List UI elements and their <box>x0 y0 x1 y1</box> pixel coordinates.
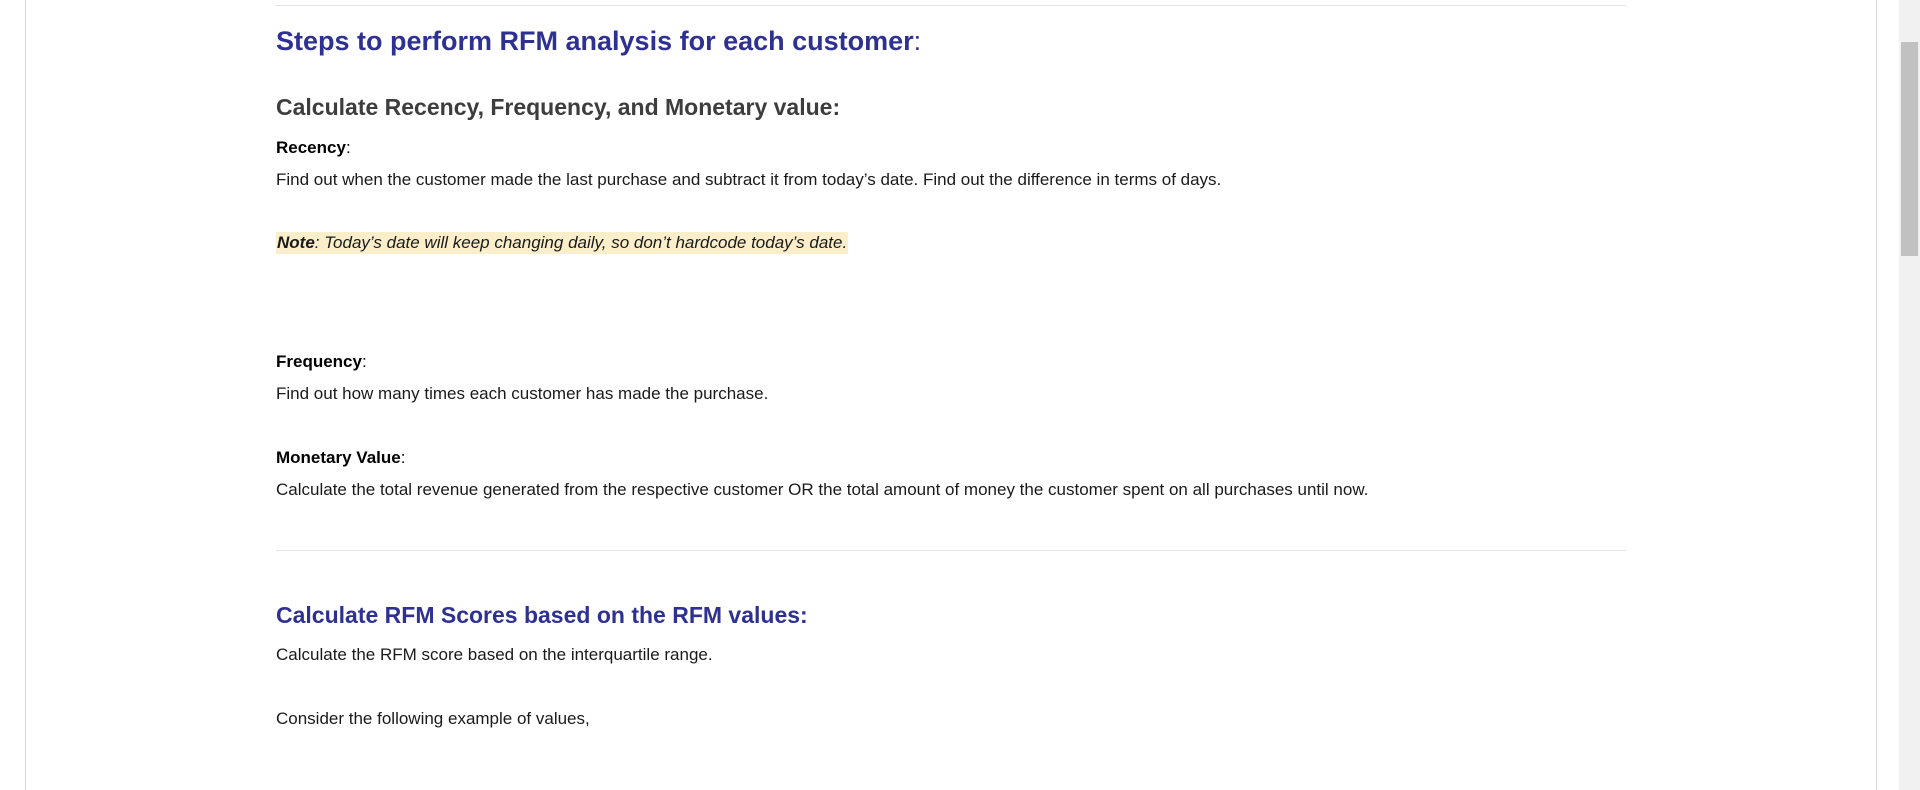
term-frequency-colon: : <box>361 352 367 371</box>
section-heading-text: Steps to perform RFM analysis for each c… <box>276 26 914 56</box>
recency-note: Note: Today’s date will keep changing da… <box>276 232 849 254</box>
term-recency: Recency: <box>276 138 351 158</box>
term-monetary-label: Monetary Value <box>276 448 401 467</box>
term-frequency: Frequency: <box>276 352 367 372</box>
term-monetary-value: Monetary Value: <box>276 448 405 468</box>
document-page: Steps to perform RFM analysis for each c… <box>0 0 1920 790</box>
scrollbar-thumb[interactable] <box>1901 42 1918 256</box>
vertical-scrollbar[interactable] <box>1899 0 1920 790</box>
term-recency-colon: : <box>345 138 351 157</box>
note-text: : Today’s date will keep changing daily,… <box>314 233 848 252</box>
section-heading-rfm-scores: Calculate RFM Scores based on the RFM va… <box>276 602 808 628</box>
recency-description: Find out when the customer made the last… <box>276 170 1222 189</box>
example-intro: Consider the following example of values… <box>276 709 590 728</box>
content-frame-right-border <box>1876 0 1877 790</box>
section-divider <box>276 550 1626 551</box>
rfm-score-description: Calculate the RFM score based on the int… <box>276 645 713 664</box>
term-frequency-label: Frequency <box>276 352 362 371</box>
term-monetary-colon: : <box>400 448 406 467</box>
section-heading-rfm-steps: Steps to perform RFM analysis for each c… <box>276 26 921 57</box>
subheading-calculate-rfm-values: Calculate Recency, Frequency, and Moneta… <box>276 94 841 120</box>
frequency-description: Find out how many times each customer ha… <box>276 384 769 403</box>
monetary-description: Calculate the total revenue generated fr… <box>276 480 1369 499</box>
content-frame-left-border <box>25 0 26 790</box>
term-recency-label: Recency <box>276 138 346 157</box>
section-heading-colon: : <box>913 26 922 56</box>
note-highlight: Note: Today’s date will keep changing da… <box>276 232 849 254</box>
note-label: Note <box>277 233 315 252</box>
top-divider <box>276 5 1626 6</box>
